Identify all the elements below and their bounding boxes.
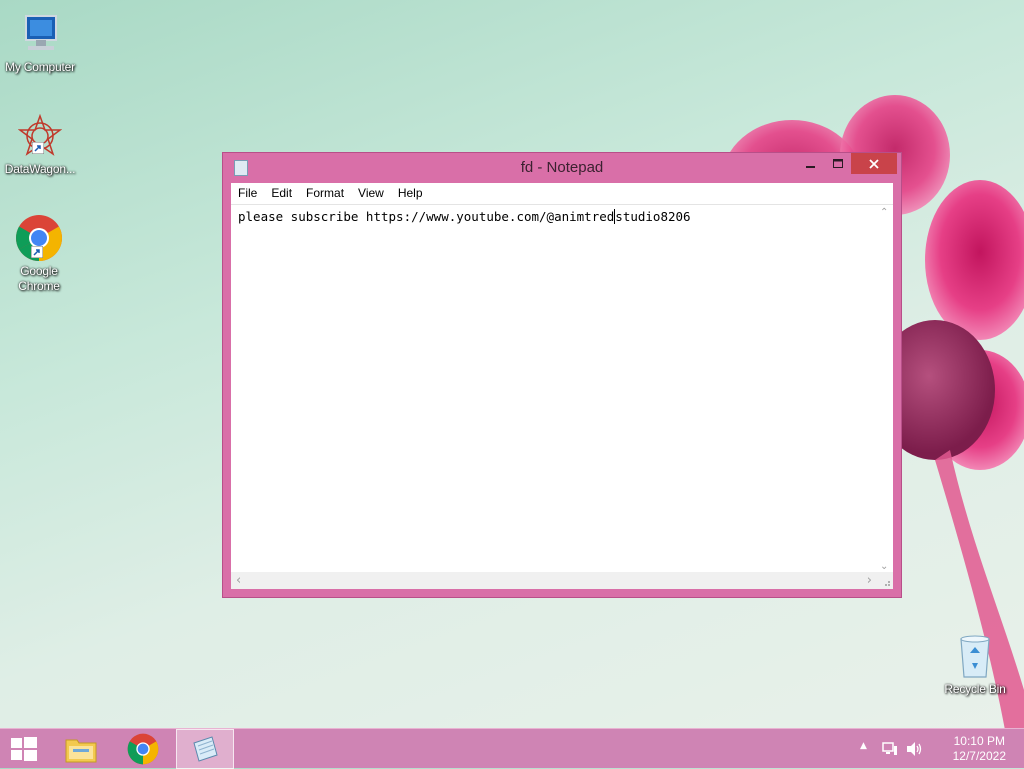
shortcut-arrow-icon xyxy=(31,246,43,258)
desktop-icon-recycle-bin[interactable]: Recycle Bin xyxy=(935,632,1015,697)
notepad-icon xyxy=(193,736,218,762)
taskbar: ▲ 10:10 PM 12/7/2022 xyxy=(0,728,1024,769)
scroll-left-icon[interactable]: ‹ xyxy=(236,573,241,588)
clock-date: 12/7/2022 xyxy=(952,749,1006,763)
recycle-bin-icon xyxy=(951,632,999,680)
text-after-caret: studio8206 xyxy=(615,209,691,224)
start-button[interactable] xyxy=(0,729,48,769)
notepad-window[interactable]: fd - Notepad File Edit Format View Help plea… xyxy=(222,152,902,598)
scroll-right-icon[interactable]: › xyxy=(867,573,872,588)
minimize-button[interactable] xyxy=(797,153,825,174)
scroll-up-icon[interactable]: ⌃ xyxy=(880,207,888,218)
document-text[interactable]: please subscribe https://www.youtube.com… xyxy=(238,209,691,224)
file-explorer-icon xyxy=(65,739,97,763)
text-before-caret: please subscribe https://www.youtube.com… xyxy=(238,209,615,224)
maximize-button[interactable] xyxy=(825,153,851,174)
desktop-icon-my-computer[interactable]: My Computer xyxy=(0,10,80,75)
vertical-scrollbar[interactable]: ⌃ ⌄ xyxy=(876,205,893,572)
system-tray: ▲ 10:10 PM 12/7/2022 xyxy=(854,729,1024,769)
desktop-icon-label: DataWagon... xyxy=(4,162,76,176)
shortcut-arrow-icon xyxy=(32,142,44,154)
menu-file[interactable]: File xyxy=(231,183,264,200)
datawagon-icon xyxy=(16,112,64,160)
menu-edit[interactable]: Edit xyxy=(264,183,299,200)
chrome-icon xyxy=(127,733,159,765)
menu-format[interactable]: Format xyxy=(299,183,351,200)
taskbar-chrome[interactable] xyxy=(118,729,168,769)
desktop-icon-label: Google Chrome xyxy=(18,264,60,293)
volume-icon[interactable] xyxy=(906,741,924,757)
clock-time: 10:10 PM xyxy=(953,734,1005,748)
clock[interactable]: 10:10 PM 12/7/2022 xyxy=(953,734,1006,764)
horizontal-scrollbar[interactable]: ‹ › xyxy=(231,572,876,589)
show-hidden-icons-chevron[interactable]: ▲ xyxy=(860,741,867,751)
desktop-icon-datawagon[interactable]: DataWagon... xyxy=(0,112,80,177)
resize-grip[interactable] xyxy=(876,572,893,589)
maximize-icon xyxy=(833,158,843,168)
resize-grip-icon xyxy=(885,581,890,586)
computer-icon xyxy=(16,10,64,58)
text-editor-area[interactable]: please subscribe https://www.youtube.com… xyxy=(231,205,893,589)
scroll-down-icon[interactable]: ⌄ xyxy=(880,561,888,572)
taskbar-notepad[interactable] xyxy=(176,729,234,769)
desktop-icon-label: Recycle Bin xyxy=(944,682,1006,696)
chrome-icon xyxy=(15,214,63,262)
menu-view[interactable]: View xyxy=(351,183,391,200)
close-button[interactable] xyxy=(851,153,897,174)
desktop-icon-google-chrome[interactable]: Google Chrome xyxy=(0,214,79,294)
close-icon xyxy=(869,158,879,169)
network-icon[interactable] xyxy=(882,741,898,757)
taskbar-file-explorer[interactable] xyxy=(56,729,106,769)
minimize-icon xyxy=(806,165,815,168)
menu-bar: File Edit Format View Help xyxy=(231,183,893,205)
start-icon xyxy=(11,737,37,761)
menu-help[interactable]: Help xyxy=(391,183,430,200)
title-bar[interactable]: fd - Notepad xyxy=(223,153,901,183)
desktop-icon-label: My Computer xyxy=(5,60,75,74)
